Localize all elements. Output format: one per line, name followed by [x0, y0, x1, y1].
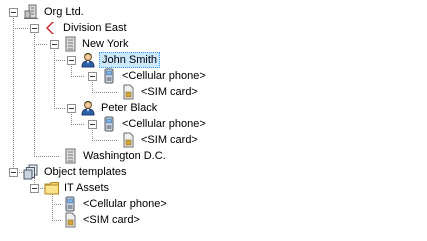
tree-item-label: <SIM card>	[141, 134, 198, 146]
tree-connector	[52, 220, 62, 221]
cellular-phone-icon	[104, 68, 114, 84]
tree-item-label: Peter Black	[101, 102, 158, 114]
person-icon	[81, 53, 95, 68]
tree-item-label: Washington D.C.	[83, 150, 166, 162]
cellular-phone-icon	[65, 196, 75, 212]
cellular-phone-icon	[104, 116, 114, 132]
tree-item-label: <SIM card>	[141, 86, 198, 98]
person-icon	[81, 101, 95, 116]
tree-item-label: Org Ltd.	[44, 6, 84, 18]
tree-connector	[71, 124, 85, 125]
sim-card-icon	[65, 212, 76, 228]
collapse-toggle-john-phone[interactable]	[88, 72, 97, 81]
building-icon	[65, 36, 76, 52]
collapse-toggle-division-east[interactable]	[30, 24, 39, 33]
collapse-toggle-john-smith[interactable]	[67, 56, 76, 65]
folder-icon	[44, 182, 59, 195]
tree-connector	[54, 108, 66, 109]
tree-item-label: <Cellular phone>	[83, 198, 167, 210]
division-icon	[46, 22, 54, 34]
tree-connector	[92, 140, 118, 141]
tree-connector	[71, 112, 72, 124]
tree-item-label: Object templates	[44, 166, 127, 178]
organization-icon	[24, 4, 38, 19]
tree-connector	[13, 28, 29, 29]
collapse-toggle-peter-black[interactable]	[67, 104, 76, 113]
collapse-toggle-peter-phone[interactable]	[88, 120, 97, 129]
sim-card-icon	[123, 132, 134, 148]
tree-connector	[92, 92, 118, 93]
tree-connector	[92, 80, 93, 92]
tree-connector	[71, 76, 85, 77]
tree-connector	[34, 32, 35, 156]
tree-connector	[34, 156, 60, 157]
tree-connector	[54, 48, 55, 108]
tree-item-label: <Cellular phone>	[122, 70, 206, 82]
collapse-toggle-it-assets[interactable]	[30, 184, 39, 193]
building-icon	[65, 148, 76, 164]
tree-connector	[71, 64, 72, 76]
collapse-toggle-object-templates[interactable]	[9, 168, 18, 177]
tree-connector	[34, 44, 48, 45]
tree-item-label: New York	[82, 38, 129, 50]
tree-connector	[13, 16, 14, 173]
tree-item-label: John Smith	[99, 52, 161, 68]
sim-card-icon	[123, 84, 134, 100]
tree-connector	[52, 192, 53, 220]
tree-view[interactable]: Org Ltd. Division East New York John Smi…	[0, 0, 427, 241]
tree-item-label: Division East	[63, 22, 127, 34]
collapse-toggle-new-york[interactable]	[50, 40, 59, 49]
tree-item-label: <Cellular phone>	[122, 118, 206, 130]
tree-item-label: <SIM card>	[83, 214, 140, 226]
tree-connector	[52, 204, 62, 205]
tree-connector	[92, 128, 93, 140]
templates-icon	[23, 164, 38, 180]
collapse-toggle-org[interactable]	[9, 8, 18, 17]
tree-connector	[54, 60, 66, 61]
tree-item-label: IT Assets	[64, 182, 110, 194]
